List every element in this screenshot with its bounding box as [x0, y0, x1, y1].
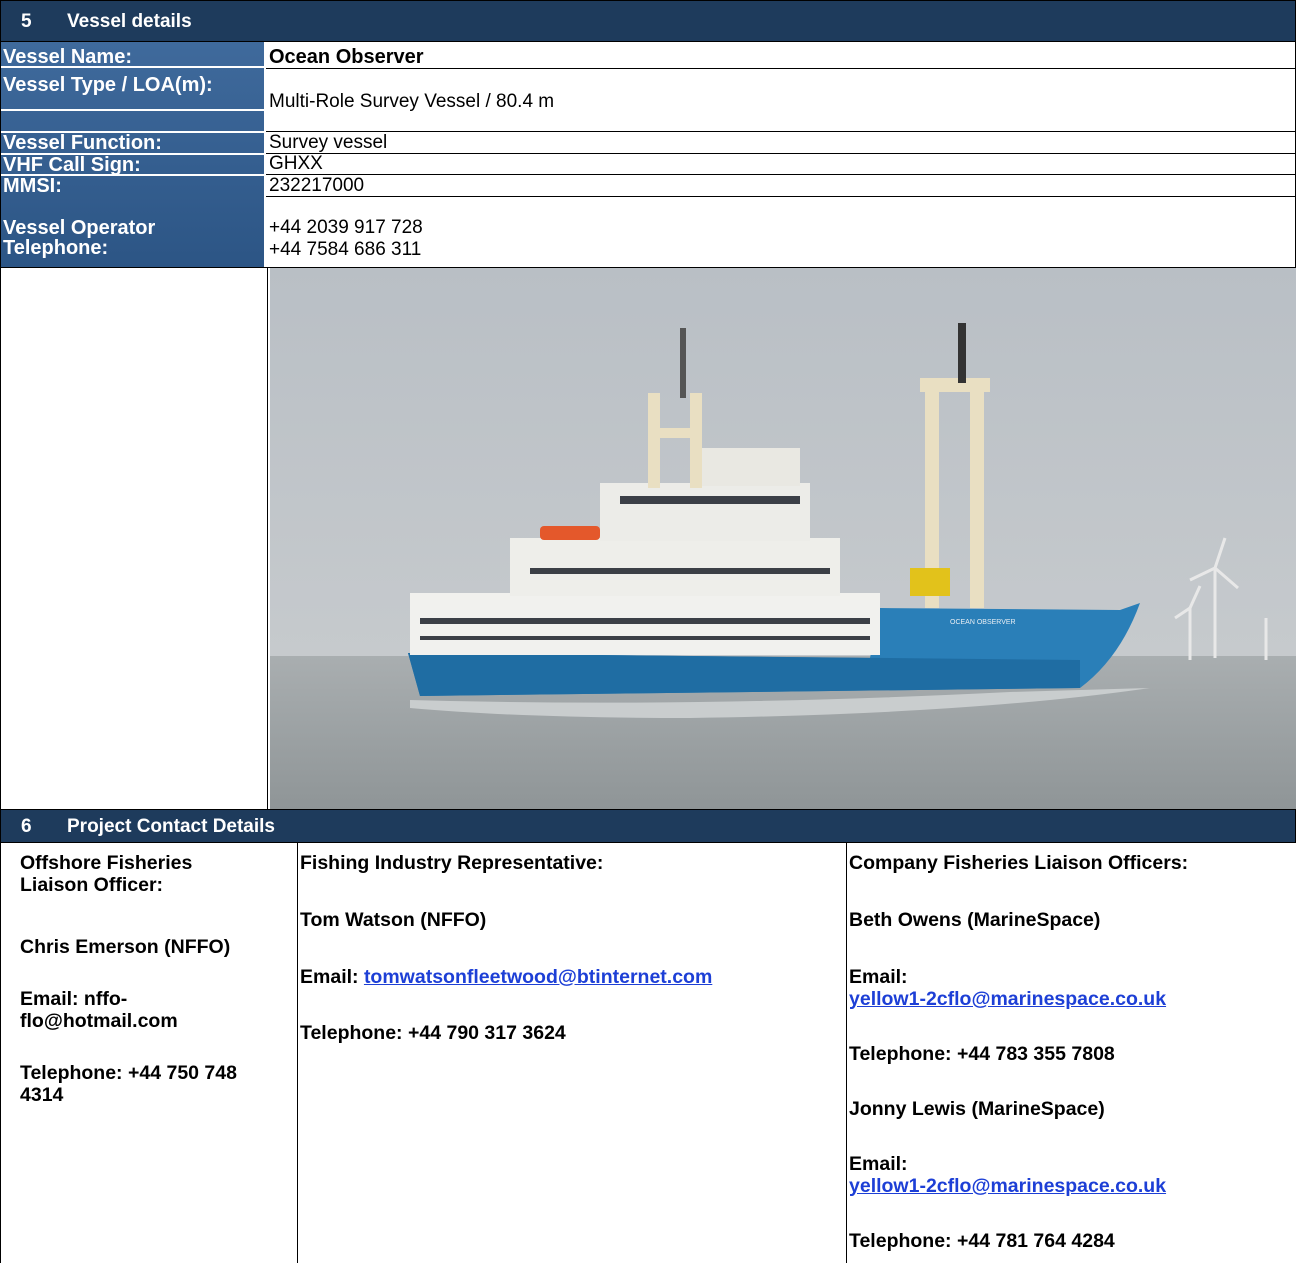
label-separator: [0, 131, 264, 133]
label-separator: [0, 66, 264, 68]
contact-name: Jonny Lewis (MarineSpace): [849, 1098, 1105, 1120]
row-line: [266, 174, 1296, 175]
contact-telephone: Telephone: +44 750 748 4314: [20, 1062, 237, 1106]
value-vessel-function: Survey vessel: [269, 132, 388, 153]
label-vessel-type: Vessel Type / LOA(m):: [3, 74, 213, 96]
vessel-values-column: Ocean Observer Multi-Role Survey Vessel …: [266, 42, 1296, 268]
label-vhf-call-sign: VHF Call Sign:: [3, 154, 141, 176]
table-border-left: [0, 42, 1, 810]
contact-name: Tom Watson (NFFO): [300, 909, 487, 931]
label-vessel-name: Vessel Name:: [3, 46, 132, 68]
vessel-labels-column: Vessel Name: Vessel Type / LOA(m): Vesse…: [0, 42, 264, 268]
value-telephone-2: +44 7584 686 311: [269, 239, 422, 260]
label-separator: [0, 153, 264, 155]
contact-telephone: Telephone: +44 781 764 4284: [849, 1230, 1115, 1252]
label-mmsi: MMSI:: [3, 175, 62, 197]
value-telephone-1: +44 2039 917 728: [269, 217, 423, 238]
contact-name: Beth Owens (MarineSpace): [849, 909, 1101, 931]
column-divider: [267, 267, 268, 810]
row-line: [266, 131, 1296, 132]
section-number: 5: [21, 11, 32, 32]
email-link[interactable]: tomwatsonfleetwood@btinternet.com: [364, 966, 712, 988]
email-link[interactable]: yellow1-2cflo@marinespace.co.uk: [849, 988, 1166, 1010]
contact-email: Email: nffo-flo@hotmail.com: [20, 988, 178, 1032]
section-title: Project Contact Details: [67, 816, 275, 837]
contact-heading: Offshore Fisheries Liaison Officer:: [20, 852, 193, 896]
contact-email-label: Email:: [849, 1153, 908, 1175]
contact-email-line: Email: tomwatsonfleetwood@btinternet.com: [300, 966, 840, 988]
contact-column-divider: [846, 843, 847, 1263]
contact-email-label: Email:: [849, 966, 908, 988]
contact-column-offshore-flo: Offshore Fisheries Liaison Officer: Chri…: [20, 852, 290, 1106]
contact-column-divider: [297, 843, 298, 1263]
section-title: Vessel details: [67, 11, 192, 32]
section-number: 6: [21, 816, 32, 837]
contact-column-industry-rep: Fishing Industry Representative: Tom Wat…: [300, 852, 840, 1044]
value-vessel-type: Multi-Role Survey Vessel / 80.4 m: [269, 91, 555, 112]
hull-name-text: OCEAN OBSERVER: [950, 619, 1016, 626]
section-5-header: 5 Vessel details: [0, 0, 1296, 42]
label-vessel-operator-telephone: Vessel Operator Telephone:: [3, 217, 156, 259]
contact-column-border: [0, 843, 1, 1263]
contact-telephone: Telephone: +44 790 317 3624: [300, 1022, 566, 1044]
value-mmsi: 232217000: [269, 175, 365, 196]
contact-email-label: Email:: [300, 966, 364, 988]
contact-telephone: Telephone: +44 783 355 7808: [849, 1043, 1115, 1065]
value-vhf-call-sign: GHXX: [269, 153, 323, 174]
contact-column-company-flo: Company Fisheries Liaison Officers: Beth…: [849, 852, 1294, 1252]
row-line: [266, 196, 1296, 197]
value-vessel-name: Ocean Observer: [269, 46, 424, 68]
contact-name: Chris Emerson (NFFO): [20, 936, 231, 958]
row-line: [266, 68, 1296, 69]
vessel-photo: OCEAN OBSERVER: [270, 268, 1296, 809]
label-separator: [0, 174, 264, 176]
label-vessel-function: Vessel Function:: [3, 132, 162, 154]
label-separator: [0, 109, 264, 111]
section-6-header: 6 Project Contact Details: [0, 809, 1296, 843]
row-line: [266, 153, 1296, 154]
email-link[interactable]: yellow1-2cflo@marinespace.co.uk: [849, 1175, 1166, 1197]
contact-heading: Company Fisheries Liaison Officers:: [849, 852, 1189, 874]
contact-heading: Fishing Industry Representative:: [300, 852, 604, 874]
